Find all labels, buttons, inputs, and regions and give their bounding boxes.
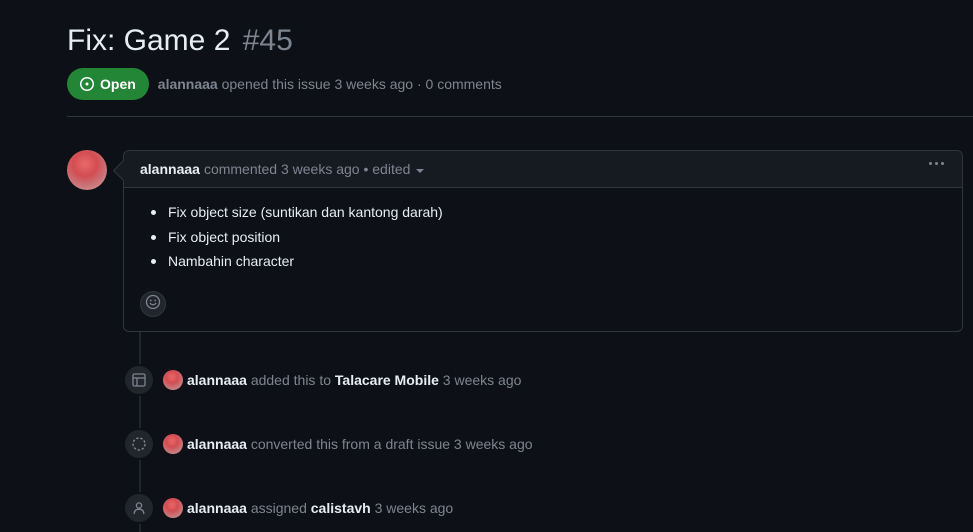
event-text: alannaaa converted this from a draft iss… xyxy=(187,436,533,452)
avatar[interactable] xyxy=(163,370,183,390)
edited-dropdown-caret-icon[interactable] xyxy=(416,168,425,173)
issue-title: Fix: Game 2 #45 xyxy=(67,24,293,58)
timeline-event-converted: alannaaa converted this from a draft iss… xyxy=(123,428,533,460)
list-item: Nambahin character xyxy=(140,249,946,274)
issue-number: #45 xyxy=(242,24,293,57)
event-author-link[interactable]: alannaaa xyxy=(187,500,247,516)
project-table-icon xyxy=(123,364,155,396)
issue-comment: alannaaa commented 3 weeks ago • edited … xyxy=(123,150,963,332)
event-action: added this to xyxy=(250,372,331,388)
event-text: alannaaa assigned calistavh 3 weeks ago xyxy=(187,500,453,516)
comment-options-kebab-icon[interactable] xyxy=(929,162,944,165)
project-link[interactable]: Talacare Mobile xyxy=(335,372,439,388)
event-author-link[interactable]: alannaaa xyxy=(187,436,247,452)
event-time[interactable]: 3 weeks ago xyxy=(443,372,522,388)
draft-circle-icon xyxy=(123,428,155,460)
comment-meta[interactable]: commented 3 weeks ago • edited xyxy=(204,161,410,177)
comment-author-avatar[interactable] xyxy=(67,150,107,190)
issue-meta: alannaaa opened this issue 3 weeks ago ·… xyxy=(158,76,502,92)
timeline-event-project: alannaaa added this to Talacare Mobile 3… xyxy=(123,364,521,396)
person-icon xyxy=(123,492,155,524)
comment-body: Fix object size (suntikan dan kantong da… xyxy=(124,188,962,274)
issue-opened-icon xyxy=(79,76,95,92)
comment-header: alannaaa commented 3 weeks ago • edited xyxy=(124,151,962,188)
list-item: Fix object position xyxy=(140,225,946,250)
issue-opened-text: opened this issue 3 weeks ago · 0 commen… xyxy=(221,76,502,92)
add-reaction-button[interactable] xyxy=(140,291,166,317)
state-badge-open: Open xyxy=(67,68,149,100)
issue-title-text: Fix: Game 2 xyxy=(67,24,231,57)
event-action: assigned xyxy=(250,500,307,516)
event-text: alannaaa added this to Talacare Mobile 3… xyxy=(187,372,521,388)
assignee-link[interactable]: calistavh xyxy=(311,500,371,516)
event-author-link[interactable]: alannaaa xyxy=(187,372,247,388)
event-time[interactable]: 3 weeks ago xyxy=(375,500,454,516)
event-action: converted this from a draft issue 3 week… xyxy=(250,436,533,452)
avatar[interactable] xyxy=(163,498,183,518)
issue-state-row: Open alannaaa opened this issue 3 weeks … xyxy=(67,68,502,100)
task-list: Fix object size (suntikan dan kantong da… xyxy=(140,200,946,274)
smiley-icon xyxy=(145,294,161,315)
list-item: Fix object size (suntikan dan kantong da… xyxy=(140,200,946,225)
timeline-event-assigned: alannaaa assigned calistavh 3 weeks ago xyxy=(123,492,453,524)
comment-author-link[interactable]: alannaaa xyxy=(140,161,200,177)
avatar[interactable] xyxy=(163,434,183,454)
header-divider xyxy=(67,116,973,117)
issue-page: Fix: Game 2 #45 Open alannaaa opened thi… xyxy=(67,0,973,532)
state-label: Open xyxy=(100,76,136,92)
issue-author-link[interactable]: alannaaa xyxy=(158,76,218,92)
